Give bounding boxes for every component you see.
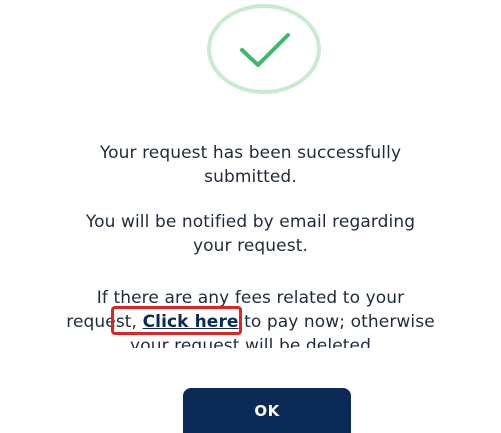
notification-message-line: You will be notified by email regarding [85, 212, 416, 232]
success-check-icon [206, 3, 322, 95]
fees-message-prefix: request, [66, 312, 143, 332]
fees-message-line: If there are any fees related to your [96, 288, 405, 308]
ok-button[interactable]: OK [183, 388, 351, 433]
pay-now-link[interactable]: Click here [143, 312, 239, 332]
fees-message-suffix: to pay now; otherwise [238, 312, 435, 332]
notification-message-line: your request. [193, 236, 308, 256]
fees-message-line: request, Click here to pay now; otherwis… [0, 310, 501, 334]
success-message-line: Your request has been successfully [99, 143, 402, 163]
success-message-line: submitted. [204, 167, 297, 187]
fees-message-line: your request will be deleted [130, 336, 371, 348]
